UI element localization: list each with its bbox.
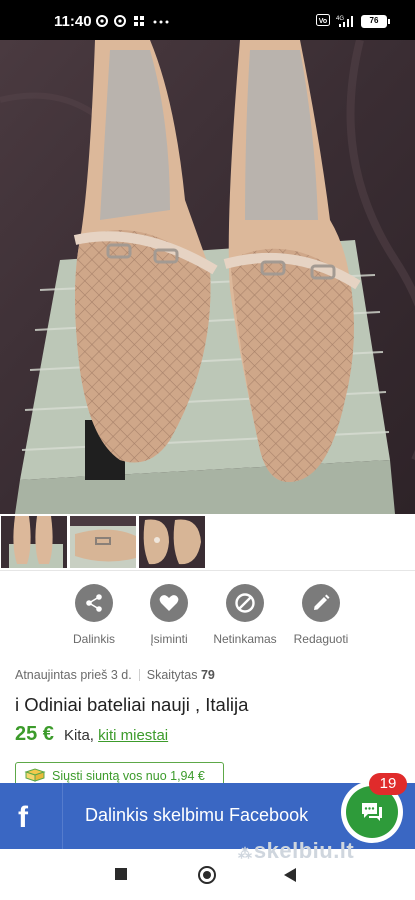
edit-label: Redaguoti [293,632,349,646]
watermark-text: skelbiu.lt [253,838,355,863]
updated-text: Atnaujintas prieš 3 d. [15,668,132,682]
pencil-icon [302,584,340,622]
thumbnail[interactable] [1,516,67,568]
report-button[interactable]: Netinkamas [205,584,285,646]
thumbnail[interactable] [139,516,205,568]
meta-separator [138,669,140,681]
price-row: 25 € Kita, kiti miestai [15,723,168,746]
views-label: Skaitytas [146,668,198,682]
status-time: 11:40 [54,13,92,30]
battery-indicator: 76 [361,15,390,28]
facebook-icon: f [18,801,28,834]
listing-price: 25 € [15,723,54,745]
home-button[interactable] [198,866,216,884]
divider [0,570,415,571]
chat-unread-badge: 19 [369,773,407,795]
share-icon [75,584,113,622]
fb-separator [62,783,63,849]
volte-icon: Vo [316,14,330,26]
package-icon [24,768,46,782]
notification-icon [114,15,126,27]
share-label: Dalinkis [72,632,115,646]
listing-title: i Odiniai bateliai nauji , Italija [15,694,249,715]
thumbnail[interactable] [70,516,136,568]
shipping-text: Siųsti siuntą vos nuo 1,94 € [52,769,205,783]
save-button[interactable]: Įsiminti [129,584,209,646]
report-label: Netinkamas [213,632,277,646]
location-prefix: Kita, [63,727,94,744]
save-label: Įsiminti [150,632,188,646]
share-button[interactable]: Dalinkis [54,584,134,646]
heart-icon [150,584,188,622]
notification-icon [96,15,108,27]
signal-icon: 4G [336,16,353,27]
svg-text:Vo: Vo [319,18,327,25]
status-bar: 11:40 Vo 4G 76 [0,0,415,40]
svg-text:4G: 4G [336,16,344,22]
location-link[interactable]: kiti miestai [98,727,168,744]
grid-icon [134,16,144,26]
views-count: 79 [200,668,215,682]
back-button[interactable] [284,868,296,882]
watermark: ⁂ skelbiu.lt [238,838,355,863]
facebook-share-text: Dalinkis skelbimu Facebook [85,805,309,825]
shoes-photo [0,40,415,514]
thumbnail-strip [0,516,415,568]
more-dots-icon [153,20,169,24]
block-icon [226,584,264,622]
listing-meta: Atnaujintas prieš 3 d. Skaitytas 79 [15,668,215,682]
edit-button[interactable]: Redaguoti [281,584,361,646]
recent-apps-button[interactable] [115,868,127,880]
listing-main-photo[interactable] [0,40,415,514]
